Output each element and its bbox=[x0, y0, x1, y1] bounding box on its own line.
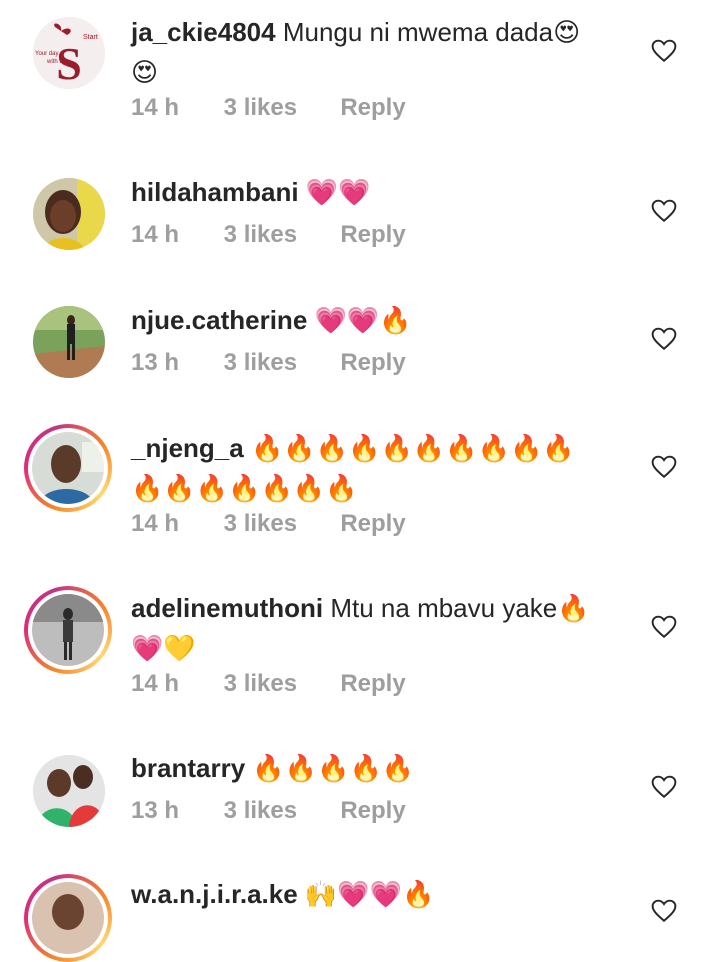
heart-outline-icon bbox=[651, 327, 677, 351]
comment-meta: 13 h 3 likes Reply bbox=[131, 797, 406, 825]
comment-body: Mtu na mbavu yake🔥 bbox=[330, 593, 590, 623]
avatar bbox=[32, 882, 104, 954]
comment-username[interactable]: adelinemuthoni bbox=[131, 593, 323, 623]
avatar-story-ring[interactable] bbox=[24, 874, 112, 962]
svg-text:Start: Start bbox=[83, 34, 98, 41]
avatar-story-ring[interactable] bbox=[24, 586, 112, 674]
comment-text-block: ja_ckie4804 Mungu ni mwema dada😍 😍 bbox=[131, 12, 631, 92]
avatar[interactable] bbox=[33, 755, 105, 827]
comment-body: Mungu ni mwema dada😍 bbox=[282, 17, 581, 47]
like-button[interactable] bbox=[651, 198, 677, 224]
comment-text-block: _njeng_a 🔥🔥🔥🔥🔥🔥🔥🔥🔥🔥 🔥🔥🔥🔥🔥🔥🔥 bbox=[131, 428, 631, 508]
comment-time: 14 h bbox=[131, 510, 180, 537]
comment-body: 💗💗🔥 bbox=[314, 305, 412, 335]
comment-likes[interactable]: 3 likes bbox=[224, 797, 334, 825]
comment-likes[interactable]: 3 likes bbox=[224, 94, 334, 122]
svg-text:Your day: Your day bbox=[35, 51, 58, 57]
comment-body-continued: 💗💛 bbox=[131, 633, 196, 663]
reply-button[interactable]: Reply bbox=[340, 94, 405, 122]
like-button[interactable] bbox=[651, 774, 677, 800]
comment-time: 14 h bbox=[131, 670, 180, 697]
comment-body: 🔥🔥🔥🔥🔥 bbox=[252, 753, 415, 783]
comment-likes[interactable]: 3 likes bbox=[224, 349, 334, 377]
reply-button[interactable]: Reply bbox=[340, 510, 405, 538]
like-button[interactable] bbox=[651, 38, 677, 64]
like-button[interactable] bbox=[651, 614, 677, 640]
comment-username[interactable]: hildahambani bbox=[131, 177, 299, 207]
avatar bbox=[32, 594, 104, 666]
comment-username[interactable]: brantarry bbox=[131, 753, 245, 783]
reply-button[interactable]: Reply bbox=[340, 221, 405, 249]
avatar[interactable] bbox=[33, 178, 105, 250]
comment-username[interactable]: ja_ckie4804 bbox=[131, 17, 276, 47]
heart-outline-icon bbox=[651, 899, 677, 923]
comment-text-block: njue.catherine 💗💗🔥 bbox=[131, 300, 631, 340]
comment-time: 13 h bbox=[131, 797, 180, 824]
comment-body: 🙌💗💗🔥 bbox=[304, 879, 435, 909]
heart-outline-icon bbox=[651, 775, 677, 799]
avatar bbox=[32, 432, 104, 504]
heart-outline-icon bbox=[651, 615, 677, 639]
avatar[interactable] bbox=[33, 306, 105, 378]
comment-text-block: adelinemuthoni Mtu na mbavu yake🔥 💗💛 bbox=[131, 588, 631, 668]
comment-username[interactable]: w.a.n.j.i.r.a.ke bbox=[131, 879, 298, 909]
svg-text:with a: with a bbox=[46, 59, 63, 65]
comment-body: 🔥🔥🔥🔥🔥🔥🔥🔥🔥🔥 bbox=[250, 433, 575, 463]
comment-username[interactable]: _njeng_a bbox=[131, 433, 244, 463]
avatar[interactable]: S Start Your day with a bbox=[33, 17, 105, 89]
like-button[interactable] bbox=[651, 326, 677, 352]
comment-meta: 14 h 3 likes Reply bbox=[131, 670, 406, 698]
comment-body-continued: 🔥🔥🔥🔥🔥🔥🔥 bbox=[131, 473, 358, 503]
reply-button[interactable]: Reply bbox=[340, 797, 405, 825]
comment-meta: 14 h 3 likes Reply bbox=[131, 510, 406, 538]
comment-meta: 14 h 3 likes Reply bbox=[131, 221, 406, 249]
comment-likes[interactable]: 3 likes bbox=[224, 221, 334, 249]
like-button[interactable] bbox=[651, 898, 677, 924]
comment-time: 14 h bbox=[131, 221, 180, 248]
heart-outline-icon bbox=[651, 199, 677, 223]
heart-outline-icon bbox=[651, 39, 677, 63]
comment-body-continued: 😍 bbox=[131, 57, 159, 87]
comment-username[interactable]: njue.catherine bbox=[131, 305, 307, 335]
heart-outline-icon bbox=[651, 455, 677, 479]
reply-button[interactable]: Reply bbox=[340, 670, 405, 698]
comment-meta: 13 h 3 likes Reply bbox=[131, 349, 406, 377]
comment-time: 14 h bbox=[131, 94, 180, 121]
comment-time: 13 h bbox=[131, 349, 180, 376]
comment-text-block: hildahambani 💗💗 bbox=[131, 172, 631, 212]
comment-meta: 14 h 3 likes Reply bbox=[131, 94, 406, 122]
comment-text-block: brantarry 🔥🔥🔥🔥🔥 bbox=[131, 748, 631, 788]
avatar-story-ring[interactable] bbox=[24, 424, 112, 512]
comment-text-block: w.a.n.j.i.r.a.ke 🙌💗💗🔥 bbox=[131, 874, 631, 914]
reply-button[interactable]: Reply bbox=[340, 349, 405, 377]
like-button[interactable] bbox=[651, 454, 677, 480]
comment-likes[interactable]: 3 likes bbox=[224, 670, 334, 698]
comment-body: 💗💗 bbox=[305, 177, 371, 207]
comment-likes[interactable]: 3 likes bbox=[224, 510, 334, 538]
